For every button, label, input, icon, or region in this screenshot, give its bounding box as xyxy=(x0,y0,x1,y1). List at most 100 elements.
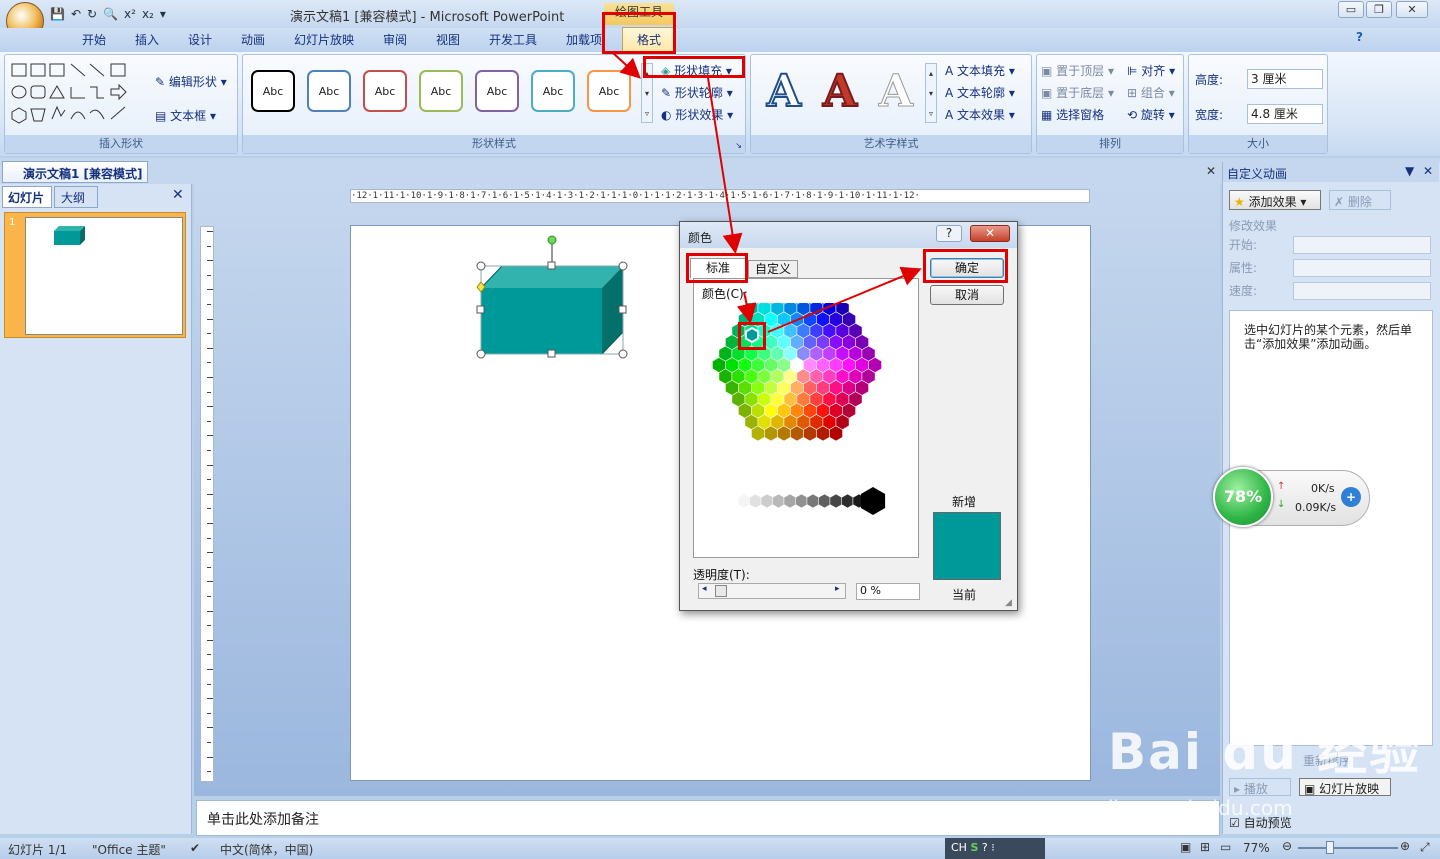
tab-view[interactable]: 视图 xyxy=(436,31,460,48)
undo-icon[interactable]: ↶ xyxy=(71,7,81,21)
tab-review[interactable]: 审阅 xyxy=(383,31,407,48)
start-select[interactable] xyxy=(1293,236,1431,254)
spellcheck-icon[interactable]: ✔ xyxy=(190,841,200,855)
tab-slideshow[interactable]: 幻灯片放映 xyxy=(294,31,354,48)
grey-cell[interactable] xyxy=(737,493,751,509)
shapes-gallery[interactable] xyxy=(9,61,149,125)
property-select[interactable] xyxy=(1293,259,1431,277)
selection-pane-button[interactable]: ▦ 选择窗格 xyxy=(1041,106,1104,123)
ime-toolbar[interactable]: CH S ? ⁝ xyxy=(945,838,1045,859)
shape-style-3[interactable]: Abc xyxy=(363,70,407,112)
wordart-style-2[interactable]: A xyxy=(815,66,865,118)
tab-insert[interactable]: 插入 xyxy=(135,31,159,48)
subscript-icon[interactable]: x₂ xyxy=(142,7,154,21)
grey-cell[interactable] xyxy=(760,493,774,509)
bring-to-front-button[interactable]: ▣ 置于顶层 ▾ xyxy=(1041,62,1114,79)
delete-button[interactable]: ✗ 删除 xyxy=(1329,190,1391,210)
shape-effects-button[interactable]: ◐ 形状效果 ▾ xyxy=(661,106,733,123)
tab-slides[interactable]: 幻灯片 xyxy=(2,186,52,208)
maximize-button[interactable]: ❐ xyxy=(1366,1,1392,18)
rotation-handle[interactable] xyxy=(547,235,557,245)
grey-cell[interactable] xyxy=(772,493,785,509)
tab-outline[interactable]: 大纲 xyxy=(54,186,98,208)
transparency-input[interactable]: 0 % xyxy=(856,583,920,600)
cancel-button[interactable]: 取消 xyxy=(930,285,1004,305)
add-effect-button[interactable]: ★ 添加效果 ▾ xyxy=(1229,190,1321,210)
tab-developer[interactable]: 开发工具 xyxy=(489,31,537,48)
send-to-back-button[interactable]: ▣ 置于底层 ▾ xyxy=(1041,84,1114,101)
speed-select[interactable] xyxy=(1293,282,1431,300)
tab-design[interactable]: 设计 xyxy=(188,31,212,48)
zoom-out-icon[interactable]: ⊖ xyxy=(1282,839,1292,853)
dialog-close-button[interactable]: ✕ xyxy=(970,225,1010,242)
help-icon[interactable]: ? xyxy=(1356,30,1363,44)
grey-cell[interactable] xyxy=(783,493,797,509)
zoom-slider[interactable] xyxy=(1298,847,1398,849)
text-effects-button[interactable]: A 文本效果 ▾ xyxy=(945,106,1015,123)
grey-cell[interactable] xyxy=(749,493,762,509)
close-pane-icon[interactable]: ✕ xyxy=(172,187,184,203)
wordart-gallery-scroll[interactable]: ▴ ▾ ▿ xyxy=(925,63,937,123)
document-tab[interactable]: 演示文稿1 [兼容模式] xyxy=(2,161,148,183)
edit-shape-button[interactable]: ✎ 编辑形状 ▾ xyxy=(155,73,227,90)
resize-grip-icon[interactable]: ◢ xyxy=(1005,598,1012,608)
shape-outline-button[interactable]: ✎ 形状轮廓 ▾ xyxy=(661,84,733,101)
slide-thumbnail[interactable]: 1 xyxy=(4,212,186,338)
height-input[interactable]: 3 厘米 xyxy=(1247,69,1323,89)
pane-dropdown-icon[interactable]: ▼ xyxy=(1405,164,1414,178)
tab-custom[interactable]: 自定义 xyxy=(748,260,798,278)
width-input[interactable]: 4.8 厘米 xyxy=(1247,104,1323,124)
dialog-launcher-icon[interactable]: ↘ xyxy=(735,141,742,150)
pane-close-icon[interactable]: ✕ xyxy=(1423,164,1433,178)
tab-addins[interactable]: 加载项 xyxy=(566,31,602,48)
tab-animation[interactable]: 动画 xyxy=(241,31,265,48)
color-honeycomb[interactable] xyxy=(694,303,918,533)
wordart-style-1[interactable]: A xyxy=(759,66,809,118)
slideshow-view-icon[interactable]: ▭ xyxy=(1220,840,1231,854)
tab-home[interactable]: 开始 xyxy=(82,31,106,48)
save-icon[interactable]: 💾 xyxy=(50,7,65,21)
wordart-style-3[interactable]: A xyxy=(871,66,921,117)
shape-style-2[interactable]: Abc xyxy=(307,70,351,112)
grey-cell[interactable] xyxy=(806,493,820,509)
sorter-view-icon[interactable]: ⊞ xyxy=(1200,840,1210,854)
shape-style-6[interactable]: Abc xyxy=(531,70,575,112)
transparency-slider[interactable]: ◂ ▸ xyxy=(698,583,846,599)
shape-style-1[interactable]: Abc xyxy=(251,70,295,112)
slider-right-icon[interactable]: ▸ xyxy=(835,584,840,594)
shape-style-5[interactable]: Abc xyxy=(475,70,519,112)
slider-left-icon[interactable]: ◂ xyxy=(702,584,707,594)
memory-percent-badge[interactable]: 78% xyxy=(1213,467,1273,527)
redo-icon[interactable]: ↻ xyxy=(87,7,97,21)
shape-style-4[interactable]: Abc xyxy=(419,70,463,112)
minimize-button[interactable]: ▭ xyxy=(1338,1,1364,18)
animation-list[interactable]: 选中幻灯片的某个元素，然后单击“添加效果”添加动画。 xyxy=(1229,310,1433,746)
customize-qat-icon[interactable]: ▾ xyxy=(160,7,166,21)
text-fill-button[interactable]: A 文本填充 ▾ xyxy=(945,62,1015,79)
align-button[interactable]: ⊫ 对齐 ▾ xyxy=(1127,62,1175,79)
fit-window-icon[interactable]: ⤢ xyxy=(1420,840,1430,855)
slider-thumb[interactable] xyxy=(715,585,727,597)
zoom-slider-thumb[interactable] xyxy=(1326,841,1334,854)
language[interactable]: 中文(简体，中国) xyxy=(220,841,313,858)
superscript-icon[interactable]: x² xyxy=(124,7,136,21)
normal-view-icon[interactable]: ▣ xyxy=(1180,840,1191,854)
notes-area[interactable]: 单击此处添加备注 xyxy=(196,800,1220,836)
close-button[interactable]: ✕ xyxy=(1396,1,1428,18)
zoom-in-icon[interactable]: ⊕ xyxy=(1400,839,1410,853)
close-doc-icon[interactable]: ✕ xyxy=(1206,164,1216,178)
dialog-help-button[interactable]: ? xyxy=(936,225,962,242)
text-box-button[interactable]: ▤ 文本框 ▾ xyxy=(155,107,216,124)
grey-cell[interactable] xyxy=(818,493,831,509)
text-outline-button[interactable]: A 文本轮廓 ▾ xyxy=(945,84,1015,101)
grey-cell[interactable] xyxy=(829,493,843,509)
plus-icon[interactable]: + xyxy=(1341,487,1361,507)
rotate-button[interactable]: ⟲ 旋转 ▾ xyxy=(1127,106,1175,123)
cuboid-shape[interactable] xyxy=(475,234,635,366)
zoom-level[interactable]: 77% xyxy=(1243,841,1270,855)
black-cell[interactable] xyxy=(860,487,886,515)
grey-cell[interactable] xyxy=(841,493,854,509)
group-button[interactable]: ⊞ 组合 ▾ xyxy=(1127,84,1175,101)
print-preview-icon[interactable]: 🔍 xyxy=(103,7,118,21)
shape-style-7[interactable]: Abc xyxy=(587,70,631,112)
